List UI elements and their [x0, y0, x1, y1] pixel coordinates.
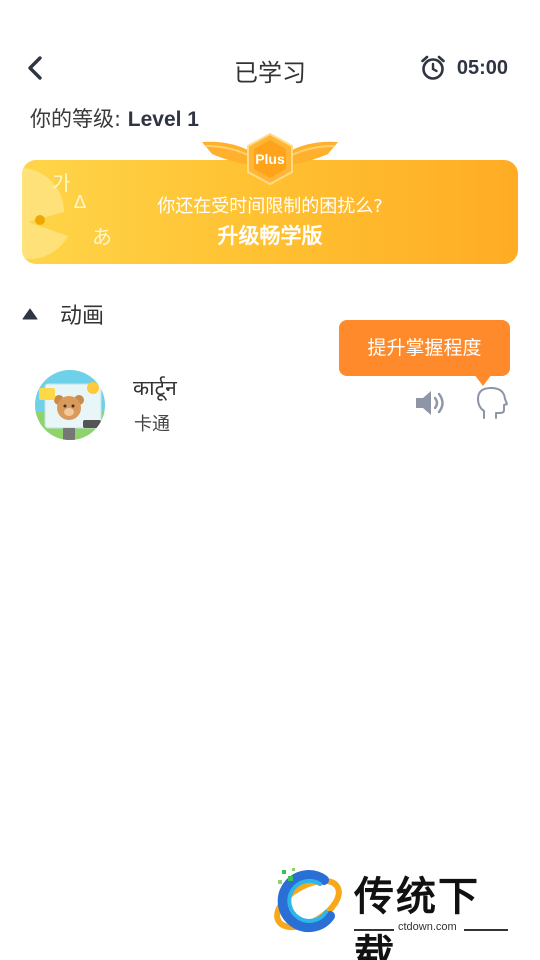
timer-value: 05:00	[456, 56, 508, 79]
speaker-icon	[416, 391, 444, 415]
word-thumbnail	[35, 370, 105, 440]
watermark-rule-right	[464, 929, 508, 931]
speaking-head-icon	[477, 387, 508, 419]
watermark: 传统下载 ctdown.com	[270, 862, 520, 960]
header-bar: 已学习 05:00	[0, 40, 540, 98]
caret-up-icon	[22, 308, 38, 320]
category-toggle[interactable]: 动画	[22, 298, 104, 330]
plus-badge-icon: Plus	[202, 132, 338, 186]
cartoon-bear-image	[35, 370, 105, 440]
play-audio-button[interactable]	[414, 386, 450, 420]
watermark-rule-left	[354, 929, 394, 931]
banner-subtitle: 你还在受时间限制的困扰么?	[157, 196, 383, 217]
level-value: Level 1	[127, 108, 199, 131]
study-timer: 05:00	[419, 54, 508, 82]
banner-cta: 升级畅学版	[217, 224, 323, 248]
word-term: कार्टून	[133, 376, 177, 400]
watermark-name: 传统下载	[354, 874, 480, 960]
category-title: 动画	[60, 304, 105, 329]
speak-practice-button[interactable]	[474, 384, 510, 422]
word-list-item[interactable]: कार्टून 卡通	[0, 366, 540, 442]
level-label: 你的等级:	[30, 107, 122, 131]
site-logo-icon	[274, 868, 342, 933]
user-level: 你的等级: Level 1	[30, 103, 199, 133]
page: 已学习 05:00 你的等级: Level 1 가 ∆ あ 你还在受时间限制的困…	[0, 0, 540, 960]
plus-badge-text: Plus	[255, 151, 285, 167]
word-meaning: 卡通	[134, 414, 170, 435]
alarm-clock-icon	[421, 55, 445, 80]
watermark-url: ctdown.com	[398, 921, 457, 933]
